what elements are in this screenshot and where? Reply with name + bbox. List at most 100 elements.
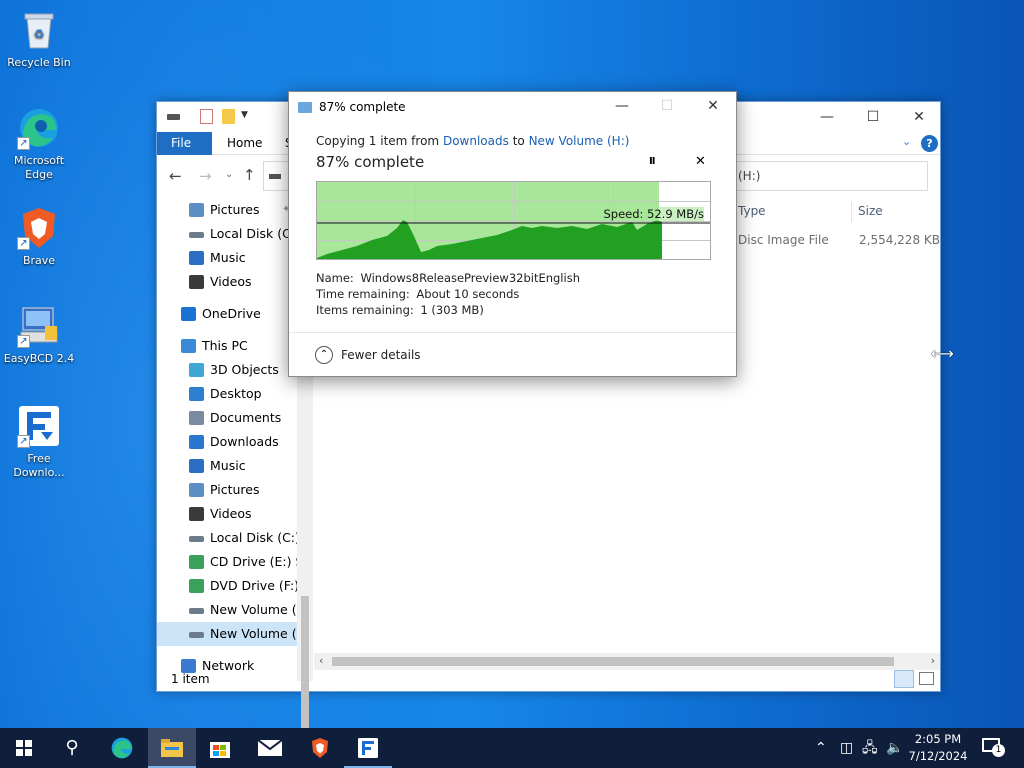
transfer-speed-graph: Speed: 52.9 MB/s xyxy=(316,181,711,260)
camera-icon: ◫ xyxy=(840,740,854,756)
minimize-button[interactable]: — xyxy=(804,102,850,132)
copy-description: Copying 1 item from Downloads to New Vol… xyxy=(316,134,629,148)
file-name-row: Name: Windows8ReleasePreview32bitEnglish xyxy=(316,271,580,285)
tab-home[interactable]: Home xyxy=(213,132,276,155)
nav-item-label: Music xyxy=(210,250,246,265)
column-header-type[interactable]: Type xyxy=(738,204,766,218)
taskbar-free-download-manager[interactable] xyxy=(344,728,392,768)
network-button[interactable]: 🖧 xyxy=(862,728,878,768)
column-header-size[interactable]: Size xyxy=(858,204,883,218)
volume-button[interactable]: 🔈 xyxy=(886,728,903,768)
scroll-left-icon[interactable]: ‹ xyxy=(319,654,323,667)
dialog-title: 87% complete xyxy=(319,100,406,114)
items-label: Items remaining: xyxy=(316,303,414,317)
desktop-icon-free-download-manager[interactable]: ↗ Free Downlo... xyxy=(1,404,77,480)
desktop-icon-brave[interactable]: ↗ Brave xyxy=(1,206,77,268)
nav-item-pictures[interactable]: Pictures xyxy=(157,478,313,502)
large-icons-view-button[interactable] xyxy=(919,672,934,685)
pause-button[interactable]: II xyxy=(649,156,656,167)
scroll-right-icon[interactable]: › xyxy=(931,654,935,667)
dvd-drive-icon xyxy=(189,579,204,593)
name-label: Name: xyxy=(316,271,354,285)
clock-time: 2:05 PM xyxy=(914,732,962,746)
cancel-button[interactable]: ✕ xyxy=(695,154,706,169)
pictures-icon xyxy=(189,483,204,497)
taskbar-file-explorer[interactable] xyxy=(148,728,196,768)
desktop-icon-edge[interactable]: ↗ Microsoft Edge xyxy=(1,106,77,182)
downloads-icon xyxy=(189,435,204,449)
file-size: 2,554,228 KB xyxy=(859,233,940,247)
drive-icon xyxy=(189,608,204,614)
store-icon xyxy=(210,742,230,758)
nav-item-label: Pictures xyxy=(210,202,260,217)
nav-item-videos[interactable]: Videos xyxy=(157,502,313,526)
recent-locations-icon[interactable]: ⌄ xyxy=(225,169,233,180)
taskbar-brave[interactable] xyxy=(296,728,344,768)
quick-access-dropdown-icon[interactable]: ▼ xyxy=(241,110,248,120)
close-button[interactable]: ✕ xyxy=(690,92,736,120)
clock[interactable]: 2:05 PM 7/12/2024 xyxy=(905,731,971,765)
notification-badge: 1 xyxy=(992,744,1005,757)
column-divider xyxy=(851,202,852,222)
properties-icon[interactable] xyxy=(200,109,213,124)
maximize-button[interactable]: ☐ xyxy=(850,102,896,132)
onedrive-icon xyxy=(181,307,196,321)
back-icon[interactable]: ← xyxy=(169,167,182,185)
copy-prefix: Copying 1 item from xyxy=(316,134,440,148)
desktop-icon-label: Free Downlo... xyxy=(13,452,65,479)
nav-item-new-volume-h[interactable]: New Volume (H: xyxy=(157,622,313,646)
nav-item-downloads[interactable]: Downloads xyxy=(157,430,313,454)
desktop-icon-recycle-bin[interactable]: ♻ Recycle Bin xyxy=(1,8,77,70)
details-view-button[interactable] xyxy=(894,670,914,688)
network-icon: 🖧 xyxy=(862,740,878,756)
nav-item-label: Videos xyxy=(210,506,252,521)
videos-icon xyxy=(189,507,204,521)
taskbar-edge[interactable] xyxy=(98,728,146,768)
drive-icon xyxy=(189,632,204,638)
chevron-up-icon: ⌃ xyxy=(315,346,333,364)
copy-progress-dialog: 87% complete — ☐ ✕ Copying 1 item from D… xyxy=(288,91,737,377)
minimize-button[interactable]: — xyxy=(599,92,645,120)
taskbar-store[interactable] xyxy=(196,728,244,768)
desktop-folder-icon xyxy=(189,387,204,401)
destination-link[interactable]: New Volume (H:) xyxy=(529,134,630,148)
nav-item-label: Music xyxy=(210,458,246,473)
nav-item-music[interactable]: Music xyxy=(157,454,313,478)
edge-icon: ↗ xyxy=(17,106,61,150)
pictures-icon xyxy=(189,203,204,217)
up-icon[interactable]: ↑ xyxy=(243,166,256,184)
tab-file[interactable]: File xyxy=(157,132,212,155)
desktop-icon-easybcd[interactable]: ↗ EasyBCD 2.4 xyxy=(1,304,77,366)
brave-icon: ↗ xyxy=(17,206,61,250)
source-link[interactable]: Downloads xyxy=(443,134,509,148)
forward-icon[interactable]: → xyxy=(199,167,212,185)
new-folder-icon[interactable] xyxy=(222,109,235,124)
scroll-thumb[interactable] xyxy=(301,596,309,736)
nav-item-desktop[interactable]: Desktop xyxy=(157,382,313,406)
close-button[interactable]: ✕ xyxy=(896,102,942,132)
address-text: (H:) xyxy=(738,169,761,183)
nav-item-label: 3D Objects xyxy=(210,362,279,377)
nav-item-local-disk-c[interactable]: Local Disk (C:) xyxy=(157,526,313,550)
notifications-button[interactable]: 1 xyxy=(982,738,1005,757)
dialog-divider xyxy=(289,332,736,333)
scroll-thumb[interactable] xyxy=(332,657,894,666)
start-button[interactable] xyxy=(0,728,48,768)
nav-item-label: Downloads xyxy=(210,434,279,449)
nav-item-documents[interactable]: Documents xyxy=(157,406,313,430)
expand-ribbon-icon[interactable]: ⌄ xyxy=(902,135,911,148)
recycle-bin-icon: ♻ xyxy=(17,8,61,52)
help-icon[interactable]: ? xyxy=(921,135,938,152)
nav-item-dvd-drive-f-h[interactable]: DVD Drive (F:) H xyxy=(157,574,313,598)
search-icon: ⚲ xyxy=(65,737,79,758)
nav-item-cd-drive-e-sss[interactable]: CD Drive (E:) SSS xyxy=(157,550,313,574)
nav-item-new-volume-g[interactable]: New Volume (G: xyxy=(157,598,313,622)
this-pc-icon xyxy=(181,339,196,353)
drive-icon xyxy=(269,174,281,179)
show-hidden-icons-button[interactable]: ⌃ xyxy=(815,728,827,768)
drive-icon xyxy=(189,536,204,542)
taskbar-mail[interactable] xyxy=(246,728,294,768)
clock-date: 7/12/2024 xyxy=(908,749,968,763)
search-button[interactable]: ⚲ xyxy=(48,728,96,768)
meet-now-button[interactable]: ◫ xyxy=(840,728,853,768)
